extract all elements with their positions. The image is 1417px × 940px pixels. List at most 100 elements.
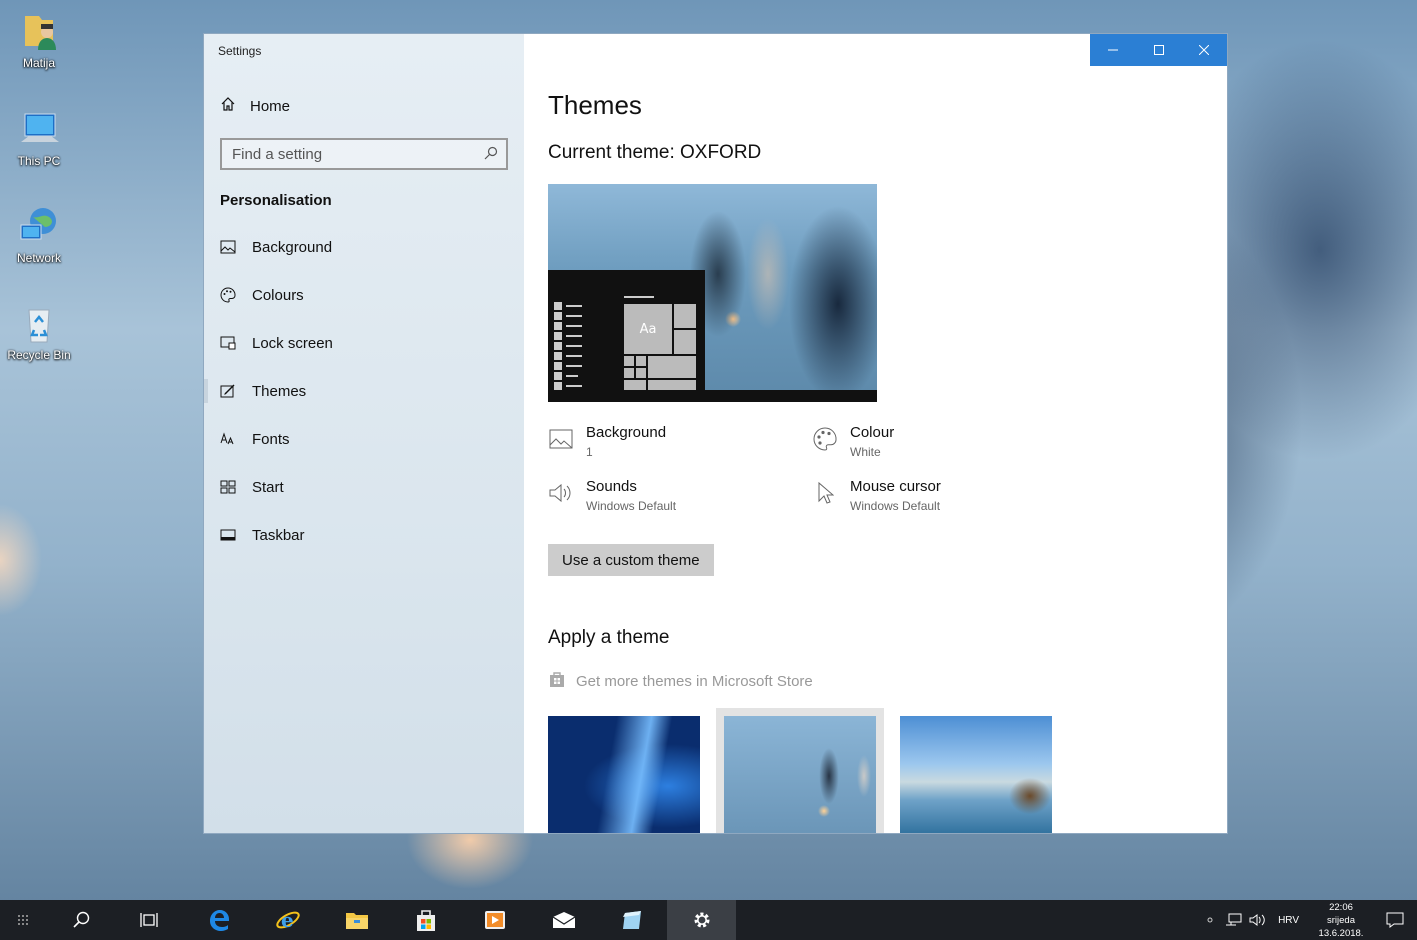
sidebar-item-label: Taskbar xyxy=(252,526,305,544)
edge-icon xyxy=(209,910,229,931)
apps-grid-icon xyxy=(18,915,28,925)
close-button[interactable] xyxy=(1181,34,1227,66)
chevron-up-icon xyxy=(1207,917,1213,923)
themes-icon xyxy=(220,383,236,399)
maximize-icon xyxy=(1153,45,1164,55)
prop-label: Background xyxy=(586,424,667,441)
main-content: Themes Current theme: OXFORD Aa Backgrou… xyxy=(524,34,1227,833)
desktop-icon-label: Matija xyxy=(22,56,55,70)
taskbar-media-player[interactable] xyxy=(460,900,529,940)
sidebar-item-start[interactable]: Start xyxy=(204,463,524,511)
sidebar-item-label: Start xyxy=(252,478,284,496)
settings-window: Settings Home Personalisation Background… xyxy=(203,33,1228,834)
desktop-icon-user-folder[interactable]: Matija xyxy=(4,10,74,70)
home-icon xyxy=(220,96,236,116)
system-tray: HRV 22:06 srijeda 13.6.2018. xyxy=(1198,900,1417,940)
network-icon xyxy=(1226,913,1242,926)
preview-start-menu: Aa xyxy=(548,270,705,402)
prop-value: White xyxy=(850,445,881,459)
network-tray-button[interactable] xyxy=(1222,913,1246,927)
caption-buttons xyxy=(1090,34,1227,66)
folder-icon xyxy=(345,913,368,929)
page-title: Themes xyxy=(548,90,642,120)
theme-thumb-oxford[interactable] xyxy=(716,708,884,833)
volume-button[interactable] xyxy=(1246,913,1270,927)
sidebar-nav: Background Colours Lock screen Themes Fo… xyxy=(204,223,524,559)
desktop-icon-network[interactable]: Network xyxy=(4,205,74,265)
taskbar-internet-explorer[interactable]: e xyxy=(253,900,322,940)
preview-tile: Aa xyxy=(624,304,672,354)
media-player-icon xyxy=(484,911,505,929)
taskbar-microsoft-store[interactable] xyxy=(391,900,460,940)
preview-taskbar xyxy=(548,390,877,402)
prop-label: Mouse cursor xyxy=(850,478,941,495)
desktop-icon-recycle-bin[interactable]: Recycle Bin xyxy=(4,302,74,362)
task-view-icon xyxy=(139,913,158,927)
start-icon xyxy=(220,479,236,495)
home-label: Home xyxy=(250,97,291,115)
picture-icon xyxy=(548,426,574,452)
window-title: Settings xyxy=(218,44,262,58)
taskbar-edge[interactable] xyxy=(184,900,253,940)
search-icon[interactable] xyxy=(484,145,498,164)
sidebar: Settings Home Personalisation Background… xyxy=(204,34,524,833)
sidebar-item-lock-screen[interactable]: Lock screen xyxy=(204,319,524,367)
maximize-button[interactable] xyxy=(1136,34,1182,66)
taskbar-notes-app[interactable] xyxy=(598,900,667,940)
sidebar-item-themes[interactable]: Themes xyxy=(204,367,524,415)
lock-screen-icon xyxy=(220,335,236,351)
taskbar-search-button[interactable] xyxy=(46,900,115,940)
sidebar-item-fonts[interactable]: Fonts xyxy=(204,415,524,463)
sidebar-item-background[interactable]: Background xyxy=(204,223,524,271)
taskbar: e HRV 22:06 srijeda 13.6.2018. xyxy=(0,900,1417,940)
prop-value: 1 xyxy=(586,445,593,459)
search-input[interactable] xyxy=(232,145,484,163)
section-title: Personalisation xyxy=(220,192,332,209)
sidebar-item-label: Background xyxy=(252,238,333,256)
minimize-icon xyxy=(1107,49,1118,51)
sidebar-item-label: Fonts xyxy=(252,430,290,448)
sidebar-item-label: Colours xyxy=(252,286,304,304)
clock-date: 13.6.2018. xyxy=(1318,927,1364,939)
use-custom-theme-button[interactable]: Use a custom theme xyxy=(548,544,714,576)
taskbar-mail[interactable] xyxy=(529,900,598,940)
sidebar-item-colours[interactable]: Colours xyxy=(204,271,524,319)
action-center-button[interactable] xyxy=(1373,912,1417,928)
home-nav-item[interactable]: Home xyxy=(220,96,290,116)
palette-icon xyxy=(220,287,236,303)
clock-time: 22:06 xyxy=(1329,901,1353,913)
start-button[interactable] xyxy=(0,900,46,940)
computer-icon xyxy=(17,108,61,152)
fonts-icon xyxy=(220,431,236,447)
prop-label: Colour xyxy=(850,424,895,441)
microsoft-store-link[interactable]: Get more themes in Microsoft Store xyxy=(548,670,813,692)
theme-prop-colour[interactable]: Colour White xyxy=(812,424,1072,459)
input-language[interactable]: HRV xyxy=(1278,915,1299,926)
notification-icon xyxy=(1386,912,1404,928)
search-icon xyxy=(72,911,89,928)
theme-prop-mouse-cursor[interactable]: Mouse cursor Windows Default xyxy=(812,478,1072,513)
prop-value: Windows Default xyxy=(850,499,941,513)
task-view-button[interactable] xyxy=(115,900,184,940)
minimize-button[interactable] xyxy=(1090,34,1136,66)
clock[interactable]: 22:06 srijeda 13.6.2018. xyxy=(1315,901,1367,940)
taskbar-file-explorer[interactable] xyxy=(322,900,391,940)
search-box[interactable] xyxy=(220,138,508,170)
speaker-icon xyxy=(548,480,574,506)
taskbar-settings[interactable] xyxy=(667,900,736,940)
internet-explorer-icon: e xyxy=(275,908,300,932)
notes-icon xyxy=(622,911,641,929)
theme-thumb-windows-10[interactable] xyxy=(548,716,700,833)
desktop-icon-this-pc[interactable]: This PC xyxy=(4,108,74,168)
sidebar-item-label: Lock screen xyxy=(252,334,333,352)
palette-icon xyxy=(812,426,838,452)
sidebar-item-taskbar[interactable]: Taskbar xyxy=(204,511,524,559)
prop-value: Windows Default xyxy=(586,499,677,513)
theme-prop-background[interactable]: Background 1 xyxy=(548,424,808,459)
sidebar-item-label: Themes xyxy=(252,382,307,400)
show-hidden-icons-button[interactable] xyxy=(1198,916,1222,924)
speaker-icon xyxy=(1249,914,1265,926)
theme-prop-sounds[interactable]: Sounds Windows Default xyxy=(548,478,808,513)
theme-thumb-beach[interactable] xyxy=(900,716,1052,833)
close-icon xyxy=(1199,45,1210,55)
